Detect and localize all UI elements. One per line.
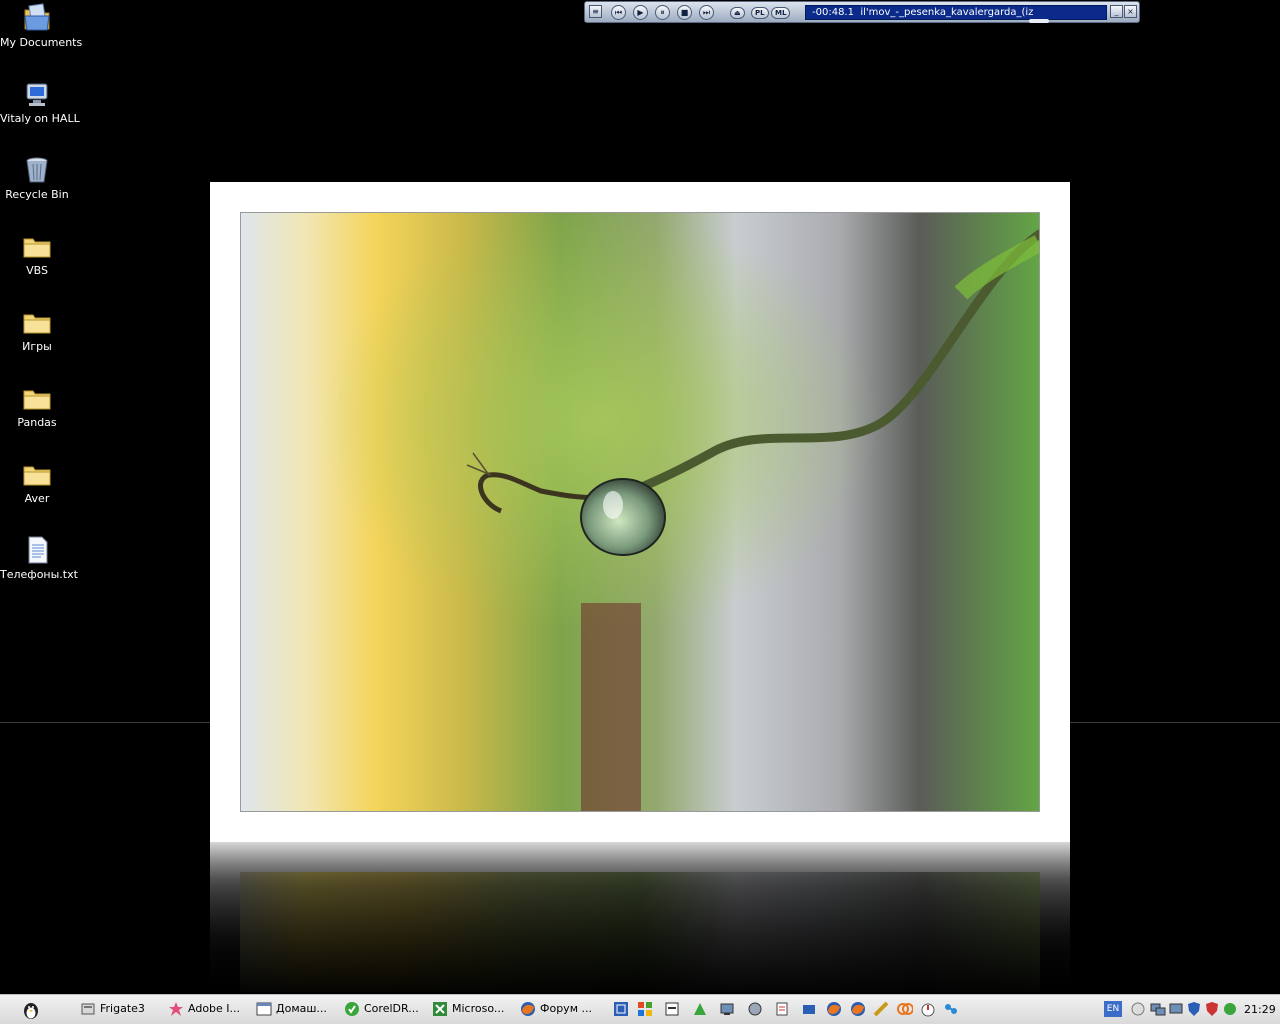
desktop-icon-recycle-bin[interactable]: Recycle Bin (0, 154, 74, 201)
task-label: Форум ... (540, 1002, 592, 1015)
taskbar-button-firefox[interactable]: Форум ... (520, 998, 592, 1020)
play-button[interactable]: ▶ (633, 5, 648, 20)
taskbar-button-adobe-illustrator[interactable]: Adobe I... (168, 998, 240, 1020)
quick-launch-icon[interactable] (897, 1001, 913, 1017)
desktop-icon-label: Телефоны.txt (0, 568, 78, 581)
text-file-icon (28, 536, 48, 564)
quick-launch-icon[interactable] (920, 1001, 936, 1017)
wallpaper-photo (240, 212, 1040, 812)
quick-launch-icon[interactable] (613, 1001, 629, 1017)
taskbar-button-frigate[interactable]: Frigate3 (80, 998, 145, 1020)
minimize-button[interactable]: _ (1110, 5, 1123, 18)
time-display: -00:48.1 (812, 7, 854, 18)
taskbar-button-coreldraw[interactable]: CorelDR... (344, 998, 419, 1020)
taskbar-button-excel[interactable]: Microso... (432, 998, 504, 1020)
clock: 21:29 (1244, 1003, 1276, 1016)
wallpaper-photo-reflection (210, 842, 1070, 992)
quick-launch-icon[interactable] (664, 1001, 680, 1017)
firefox-icon[interactable] (826, 1001, 842, 1017)
menu-icon[interactable]: ≡ (589, 5, 602, 18)
desktop-icon-label: Aver (24, 492, 50, 505)
previous-button[interactable]: ⏮ (611, 5, 626, 20)
network-icon[interactable] (1168, 1001, 1184, 1017)
my-documents-icon (24, 3, 50, 31)
desktop-icon-label: Pandas (17, 416, 57, 429)
folder-icon (23, 314, 51, 334)
adobe-illustrator-icon (169, 1002, 183, 1016)
desktop-icon-label: My Documents (0, 36, 83, 49)
coreldraw-icon (345, 1002, 359, 1016)
close-button[interactable]: × (1124, 5, 1137, 18)
shield-icon[interactable] (1186, 1001, 1202, 1017)
task-label: Frigate3 (100, 1002, 145, 1015)
excel-icon (433, 1002, 447, 1016)
quick-launch-icon[interactable] (692, 1001, 708, 1017)
desktop-icon-label: VBS (26, 264, 48, 277)
desktop-icon-label: Recycle Bin (5, 188, 69, 201)
frigate-icon (81, 1003, 95, 1015)
quick-launch-icon[interactable] (873, 1001, 889, 1017)
desktop-icon-label: Vitaly on HALL (0, 112, 80, 125)
tray-icon[interactable] (1222, 1001, 1238, 1017)
desktop-icon-folder-igry[interactable]: Игры (0, 306, 74, 353)
track-display: -00:48.1 il'mov_-_pesenka_kavalergarda_(… (805, 5, 1107, 20)
desktop-icon-folder-vbs[interactable]: VBS (0, 230, 74, 277)
security-icon[interactable] (1204, 1001, 1220, 1017)
taskbar: Frigate3 Adobe I... Домаш... CorelDR... … (0, 994, 1280, 1024)
pause-button[interactable]: ⏸ (655, 5, 670, 20)
wallpaper-photo-frame (210, 182, 1070, 842)
playlist-button[interactable]: PL (751, 7, 769, 19)
stop-button[interactable]: ■ (677, 5, 692, 20)
task-label: Домаш... (276, 1002, 327, 1015)
eject-button[interactable]: ⏏ (730, 7, 745, 19)
window-icon (256, 1002, 272, 1016)
track-title: il'mov_-_pesenka_kavalergarda_(iz (860, 7, 1034, 18)
desktop-icon-folder-aver[interactable]: Aver (0, 458, 74, 505)
network-computer-icon (26, 83, 48, 106)
folder-icon (23, 238, 51, 258)
water-droplet-photo (241, 213, 1039, 811)
media-library-button[interactable]: ML (771, 7, 791, 19)
task-label: Adobe I... (188, 1002, 241, 1015)
reflection-fade (210, 842, 1070, 992)
tray-icon[interactable] (1130, 1001, 1146, 1017)
quick-launch-icon[interactable] (747, 1001, 763, 1017)
desktop-icon-label: Игры (22, 340, 52, 353)
firefox-icon[interactable] (850, 1001, 866, 1017)
folder-icon (23, 466, 51, 486)
folder-icon (23, 390, 51, 410)
winamp-windowshade-bar[interactable]: ≡ ⏮ ▶ ⏸ ■ ⏭ ⏏ PL ML -00:48.1 il'mov_-_pe… (584, 1, 1140, 23)
taskbar-button-window[interactable]: Домаш... (256, 998, 327, 1020)
next-button[interactable]: ⏭ (699, 5, 714, 20)
task-label: CorelDR... (364, 1002, 419, 1015)
quick-launch-icon[interactable] (637, 1001, 653, 1017)
network-icon[interactable] (1150, 1001, 1166, 1017)
desktop-icon-my-documents[interactable]: My Documents (0, 2, 83, 49)
desktop-icon-folder-pandas[interactable]: Pandas (0, 382, 74, 429)
quick-launch-icon[interactable] (774, 1001, 790, 1017)
start-button[interactable] (20, 999, 42, 1021)
quick-launch-icon[interactable] (719, 1001, 735, 1017)
quick-launch-icon[interactable] (943, 1001, 959, 1017)
desktop-icon-text-file[interactable]: Телефоны.txt (0, 534, 78, 581)
quick-launch-icon[interactable] (801, 1001, 817, 1017)
desktop-icon-network-computer[interactable]: Vitaly on HALL (0, 78, 80, 125)
firefox-icon (521, 1002, 535, 1016)
language-indicator[interactable]: EN (1104, 1001, 1122, 1017)
task-label: Microso... (452, 1002, 505, 1015)
seek-slider[interactable] (1029, 19, 1049, 23)
recycle-bin-icon (26, 157, 48, 183)
